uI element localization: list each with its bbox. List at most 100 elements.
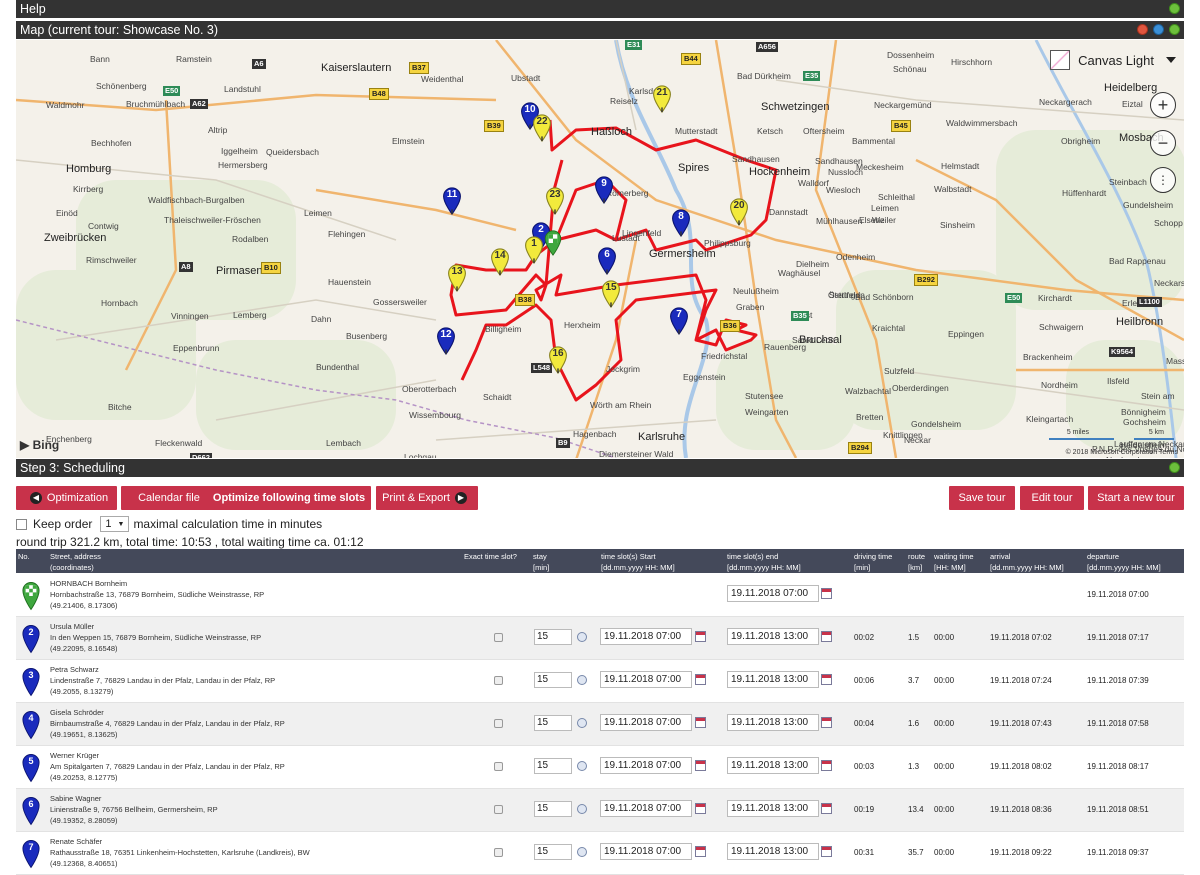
exact-time-checkbox[interactable]	[494, 805, 503, 814]
arrow-left-icon: ◀	[29, 492, 42, 505]
map-marker-23[interactable]: 23	[545, 187, 565, 215]
map-label-69: Friedrichstal	[701, 351, 748, 361]
start-time-input[interactable]: 19.11.2018 07:00	[600, 628, 692, 645]
end-time-input[interactable]: 19.11.2018 13:00	[727, 714, 819, 731]
keep-order-label: Keep order	[33, 517, 93, 531]
start-time-input[interactable]: 19.11.2018 07:00	[600, 671, 692, 688]
map-marker-11[interactable]: 11	[442, 187, 462, 215]
optimize-time-slots-button[interactable]: Optimize following time slots	[207, 486, 371, 510]
clock-icon[interactable]	[577, 761, 587, 771]
calendar-icon[interactable]	[695, 674, 706, 685]
calendar-icon[interactable]	[695, 717, 706, 728]
zoom-in-button[interactable]: +	[1150, 92, 1176, 118]
map-layers-button[interactable]: ⋮	[1150, 167, 1176, 193]
arrival-time: 19.11.2018 08:36	[990, 805, 1052, 814]
calendar-icon[interactable]	[695, 760, 706, 771]
map-label-65: Jockgrim	[606, 364, 641, 374]
row-marker-icon: 7	[22, 839, 40, 869]
stay-input[interactable]: 15	[534, 801, 572, 817]
edit-tour-button[interactable]: Edit tour	[1020, 486, 1084, 510]
optimization-button[interactable]: ◀ Optimization	[16, 486, 117, 510]
clock-icon[interactable]	[577, 675, 587, 685]
end-time-input[interactable]: 19.11.2018 13:00	[727, 671, 819, 688]
map-marker-start[interactable]	[544, 230, 564, 258]
clock-icon[interactable]	[577, 847, 587, 857]
calendar-icon[interactable]	[821, 717, 832, 728]
map-marker-7[interactable]: 7	[669, 307, 689, 335]
map-marker-6[interactable]: 6	[597, 247, 617, 275]
clock-icon[interactable]	[577, 632, 587, 642]
save-tour-button[interactable]: Save tour	[949, 486, 1015, 510]
start-time-input[interactable]: 19.11.2018 07:00	[600, 757, 692, 774]
calendar-icon[interactable]	[821, 674, 832, 685]
map-marker-20[interactable]: 20	[729, 198, 749, 226]
start-time-input[interactable]: 19.11.2018 07:00	[600, 714, 692, 731]
expand-icon[interactable]	[1169, 24, 1180, 35]
map-marker-13[interactable]: 13	[447, 264, 467, 292]
stay-input[interactable]: 15	[534, 758, 572, 774]
end-time-input[interactable]: 19.11.2018 13:00	[727, 628, 819, 645]
print-export-button[interactable]: Print & Export ▶	[376, 486, 478, 510]
exact-time-checkbox[interactable]	[494, 676, 503, 685]
end-time-input[interactable]: 19.11.2018 13:00	[727, 800, 819, 817]
clock-icon[interactable]	[577, 718, 587, 728]
stay-input[interactable]: 15	[534, 672, 572, 688]
globe-icon[interactable]	[1153, 24, 1164, 35]
row-street: Hornbachstraße 13, 76879 Bornheim, Südli…	[50, 590, 265, 599]
help-header[interactable]: Help	[16, 0, 1184, 18]
map-marker-22[interactable]: 22	[532, 114, 552, 142]
max-calc-select[interactable]: 1 ▼	[100, 516, 130, 532]
exact-time-checkbox[interactable]	[494, 848, 503, 857]
row-street: Rathausstraße 18, 76351 Linkenheim-Hochs…	[50, 848, 310, 857]
calendar-icon[interactable]	[821, 846, 832, 857]
map-marker-21[interactable]: 21	[652, 85, 672, 113]
expand-icon[interactable]	[1169, 462, 1180, 473]
row-number: 7	[28, 842, 34, 852]
departure-time: 19.11.2018 08:17	[1087, 762, 1149, 771]
map-marker-14[interactable]: 14	[490, 248, 510, 276]
exact-time-checkbox[interactable]	[494, 762, 503, 771]
exact-time-checkbox[interactable]	[494, 633, 503, 642]
end-time-input[interactable]: 19.11.2018 13:00	[727, 843, 819, 860]
map-label-38: Gossersweiler	[373, 297, 427, 307]
map-marker-1[interactable]: 1	[524, 236, 544, 264]
calendar-icon[interactable]	[821, 588, 832, 599]
clock-icon[interactable]	[577, 804, 587, 814]
map-marker-8[interactable]: 8	[671, 209, 691, 237]
map-label-76: Meckesheim	[856, 162, 904, 172]
calendar-file-label: Calendar file	[138, 492, 200, 504]
new-tour-button[interactable]: Start a new tour	[1088, 486, 1184, 510]
end-time-input[interactable]: 19.11.2018 13:00	[727, 757, 819, 774]
zoom-out-button[interactable]: −	[1150, 130, 1176, 156]
row-address: Renate Schäfer Rathausstraße 18, 76351 Li…	[50, 836, 310, 869]
stay-input[interactable]: 15	[534, 844, 572, 860]
start-time-input[interactable]: 19.11.2018 07:00	[600, 800, 692, 817]
calendar-icon[interactable]	[821, 803, 832, 814]
stay-input[interactable]: 15	[534, 629, 572, 645]
map-marker-15[interactable]: 15	[601, 280, 621, 308]
map-style-selector[interactable]: Canvas Light	[1050, 50, 1176, 70]
end-time-input[interactable]: 19.11.2018 07:00	[727, 585, 819, 602]
step3-header: Step 3: Scheduling	[16, 459, 1184, 477]
map-marker-9[interactable]: 9	[594, 176, 614, 204]
row-marker-icon: 4	[22, 710, 40, 740]
row-street: Birnbaumstraße 4, 76829 Landau in der Pf…	[50, 719, 285, 728]
map-marker-12[interactable]: 12	[436, 327, 456, 355]
map-canvas[interactable]: Kaiserslautern Heidelberg Schwetzingen Hock…	[16, 40, 1184, 458]
exact-time-checkbox[interactable]	[494, 719, 503, 728]
calendar-icon[interactable]	[821, 760, 832, 771]
row-address: Sabine Wagner Linienstraße 9, 76756 Bellh…	[50, 793, 218, 826]
calendar-icon[interactable]	[695, 846, 706, 857]
th-no: No.	[18, 552, 30, 561]
row-coords: (49.19651, 8.13625)	[50, 730, 118, 739]
expand-icon[interactable]	[1169, 3, 1180, 14]
calendar-file-button[interactable]: Calendar file	[121, 486, 217, 510]
calendar-icon[interactable]	[695, 631, 706, 642]
close-icon[interactable]	[1137, 24, 1148, 35]
start-time-input[interactable]: 19.11.2018 07:00	[600, 843, 692, 860]
stay-input[interactable]: 15	[534, 715, 572, 731]
keep-order-checkbox[interactable]	[16, 518, 27, 530]
calendar-icon[interactable]	[695, 803, 706, 814]
calendar-icon[interactable]	[821, 631, 832, 642]
map-marker-16[interactable]: 16	[548, 346, 568, 374]
